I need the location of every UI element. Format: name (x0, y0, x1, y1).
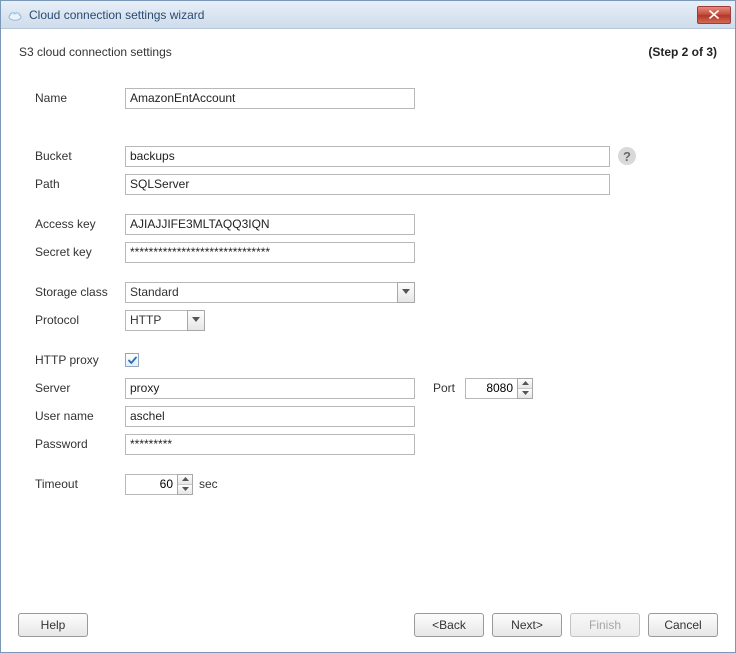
server-label: Server (35, 381, 125, 395)
cloud-icon (7, 7, 23, 23)
port-label: Port (433, 381, 455, 395)
bucket-help-icon[interactable]: ? (618, 147, 636, 165)
password-label: Password (35, 437, 125, 451)
port-step-up[interactable] (518, 379, 532, 389)
user-name-input[interactable] (125, 406, 415, 427)
chevron-down-icon (182, 487, 189, 491)
window-title: Cloud connection settings wizard (29, 8, 697, 22)
chevron-up-icon (182, 477, 189, 481)
storage-class-value: Standard (125, 282, 397, 303)
next-button[interactable]: Next> (492, 613, 562, 637)
protocol-value: HTTP (125, 310, 187, 331)
bucket-label: Bucket (35, 149, 125, 163)
protocol-label: Protocol (35, 313, 125, 327)
titlebar: Cloud connection settings wizard (1, 1, 735, 29)
form-area: Name Bucket ? Path Access key Secret key… (1, 71, 735, 511)
timeout-input[interactable] (125, 474, 177, 495)
secret-key-label: Secret key (35, 245, 125, 259)
help-button[interactable]: Help (18, 613, 88, 637)
timeout-label: Timeout (35, 477, 125, 491)
storage-class-toggle[interactable] (397, 282, 415, 303)
timeout-spinner[interactable] (125, 474, 193, 495)
secret-key-input[interactable] (125, 242, 415, 263)
storage-class-label: Storage class (35, 285, 125, 299)
wizard-subtitle: S3 cloud connection settings (19, 45, 172, 59)
name-input[interactable] (125, 88, 415, 109)
storage-class-dropdown[interactable]: Standard (125, 282, 415, 303)
timeout-step-down[interactable] (178, 485, 192, 494)
server-input[interactable] (125, 378, 415, 399)
chevron-down-icon (522, 391, 529, 395)
port-step-down[interactable] (518, 389, 532, 398)
access-key-label: Access key (35, 217, 125, 231)
user-name-label: User name (35, 409, 125, 423)
port-block: Port (433, 378, 533, 399)
window-body: S3 cloud connection settings (Step 2 of … (1, 29, 735, 652)
http-proxy-checkbox[interactable] (125, 353, 139, 367)
timeout-step-up[interactable] (178, 475, 192, 485)
timeout-unit: sec (199, 477, 218, 491)
path-label: Path (35, 177, 125, 191)
protocol-toggle[interactable] (187, 310, 205, 331)
finish-button[interactable]: Finish (570, 613, 640, 637)
password-input[interactable] (125, 434, 415, 455)
bucket-input[interactable] (125, 146, 610, 167)
access-key-input[interactable] (125, 214, 415, 235)
port-input[interactable] (465, 378, 517, 399)
close-icon (709, 10, 719, 19)
wizard-step: (Step 2 of 3) (648, 45, 717, 59)
wizard-header: S3 cloud connection settings (Step 2 of … (1, 29, 735, 71)
path-input[interactable] (125, 174, 610, 195)
chevron-down-icon (192, 317, 200, 323)
chevron-up-icon (522, 381, 529, 385)
name-label: Name (35, 91, 125, 105)
cancel-button[interactable]: Cancel (648, 613, 718, 637)
port-spinner[interactable] (465, 378, 533, 399)
http-proxy-label: HTTP proxy (35, 353, 125, 367)
chevron-down-icon (402, 289, 410, 295)
protocol-dropdown[interactable]: HTTP (125, 310, 205, 331)
wizard-footer: Help <Back Next> Finish Cancel (2, 601, 734, 651)
back-button[interactable]: <Back (414, 613, 484, 637)
close-button[interactable] (697, 6, 731, 24)
check-icon (127, 355, 138, 366)
